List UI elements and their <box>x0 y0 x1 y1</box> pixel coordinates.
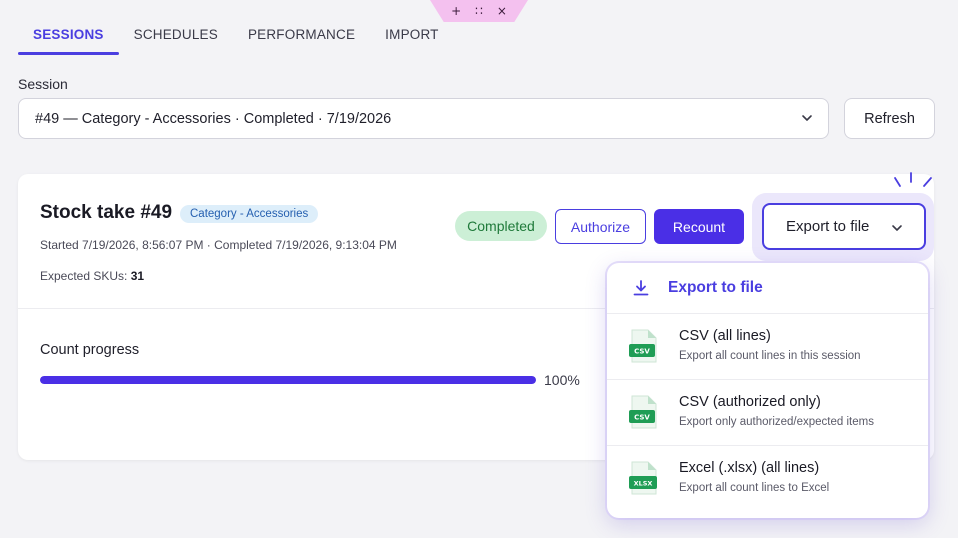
progress-percent: 100% <box>544 372 580 388</box>
chevron-down-icon <box>892 225 902 231</box>
export-option-csv-authorized[interactable]: CSV CSV (authorized only) Export only au… <box>607 380 928 446</box>
add-icon[interactable]: + <box>451 5 461 17</box>
tab-import[interactable]: IMPORT <box>370 26 453 55</box>
download-icon <box>633 280 649 296</box>
stocktake-title: Stock take #49 <box>40 202 173 223</box>
export-option-csv-all[interactable]: CSV CSV (all lines) Export all count lin… <box>607 314 928 380</box>
export-menu-header: Export to file <box>607 263 928 314</box>
status-badge: Completed <box>455 211 547 241</box>
refresh-button[interactable]: Refresh <box>844 98 935 139</box>
progress-bar <box>40 376 536 384</box>
export-option-xlsx-all[interactable]: XLSX Excel (.xlsx) (all lines) Export al… <box>607 446 928 512</box>
file-badge-text: XLSX <box>634 480 653 488</box>
export-menu-title: Export to file <box>668 279 763 296</box>
tab-performance[interactable]: PERFORMANCE <box>233 26 370 55</box>
tab-schedules[interactable]: SCHEDULES <box>119 26 233 55</box>
expected-skus: Expected SKUs: 31 <box>40 269 144 283</box>
tab-bar: SESSIONS SCHEDULES PERFORMANCE IMPORT <box>18 26 454 55</box>
tab-sessions[interactable]: SESSIONS <box>18 26 119 55</box>
csv-file-icon: CSV <box>629 329 657 363</box>
close-icon[interactable]: × <box>497 5 507 17</box>
drag-handle-icon[interactable]: ∷ <box>475 5 483 17</box>
session-select[interactable]: #49 — Category - Accessories · Completed… <box>18 98 829 139</box>
export-menu: Export to file CSV CSV (all lines) Expor… <box>607 263 928 518</box>
file-badge-text: CSV <box>634 348 650 356</box>
recount-button[interactable]: Recount <box>654 209 744 244</box>
export-option-desc: Export all count lines in this session <box>679 350 861 362</box>
floating-toolbar: + ∷ × <box>430 0 528 22</box>
stocktake-times: Started 7/19/2026, 8:56:07 PM · Complete… <box>40 238 397 252</box>
session-select-value: #49 — Category - Accessories · Completed… <box>35 110 392 127</box>
category-badge: Category - Accessories <box>180 205 319 223</box>
progress-label: Count progress <box>40 342 140 358</box>
export-option-name: CSV (all lines) <box>679 328 771 344</box>
file-badge-text: CSV <box>634 414 650 422</box>
xlsx-file-icon: XLSX <box>629 461 657 495</box>
expected-skus-value: 31 <box>130 269 145 283</box>
export-to-file-button[interactable]: Export to file <box>762 203 926 250</box>
export-option-desc: Export all count lines to Excel <box>679 482 830 494</box>
export-button-label: Export to file <box>786 218 870 235</box>
progress-bar-fill <box>40 376 536 384</box>
authorize-button[interactable]: Authorize <box>555 209 646 244</box>
csv-file-icon: CSV <box>629 395 657 429</box>
export-option-desc: Export only authorized/expected items <box>679 416 874 428</box>
sparkle-icon <box>894 172 932 187</box>
expected-skus-label: Expected SKUs: <box>40 269 128 283</box>
session-label: Session <box>18 76 68 92</box>
chevron-down-icon <box>802 115 812 121</box>
export-option-name: CSV (authorized only) <box>679 394 821 410</box>
export-option-name: Excel (.xlsx) (all lines) <box>679 460 820 476</box>
